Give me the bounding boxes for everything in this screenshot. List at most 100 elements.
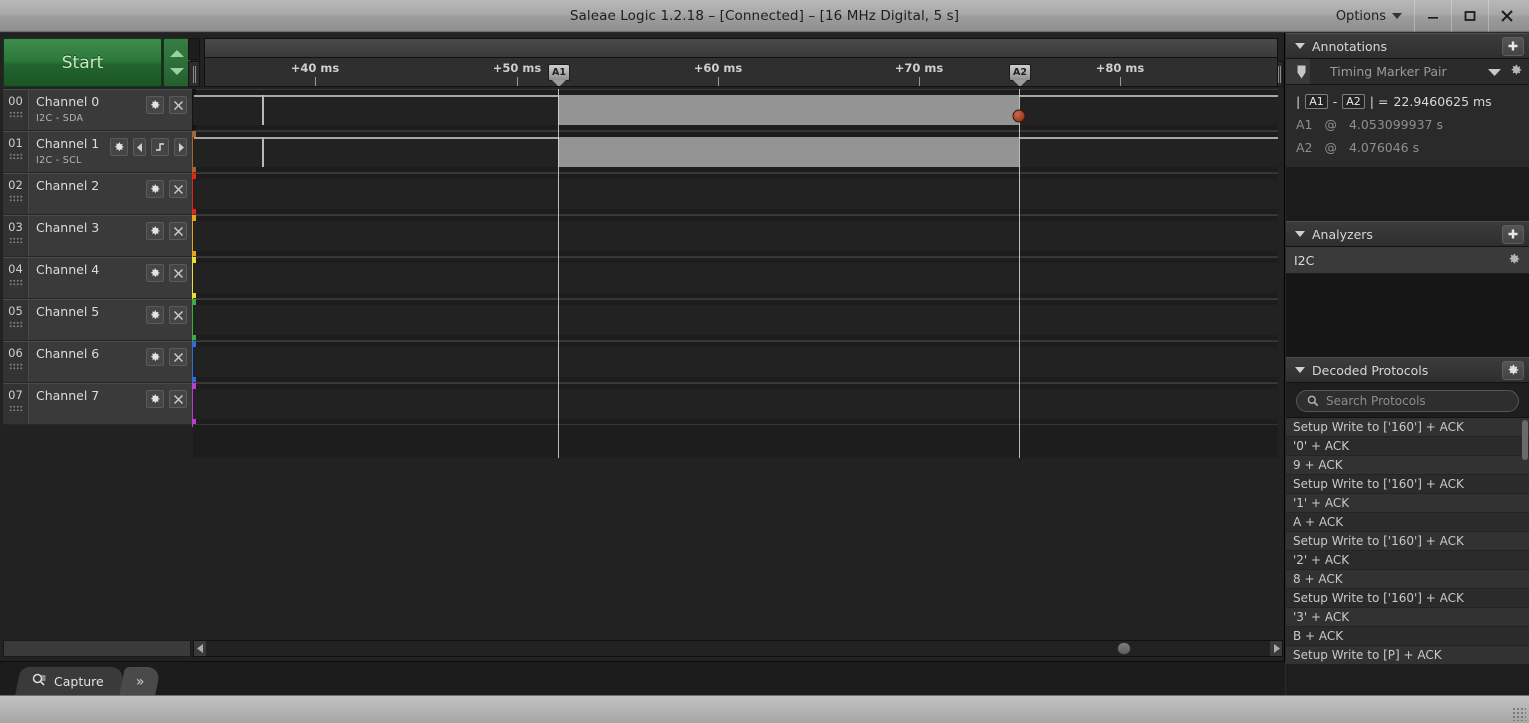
channel-settings-button-5[interactable] xyxy=(146,306,164,324)
channel-drag-handle-0[interactable] xyxy=(8,111,23,119)
decoded-protocol-list[interactable]: Setup Write to ['160'] + ACK '0' + ACK 9 +… xyxy=(1286,417,1529,664)
protocol-list-item[interactable]: '1' + ACK xyxy=(1286,494,1529,513)
waveform-row-2[interactable] xyxy=(193,173,1278,215)
start-button[interactable]: Start xyxy=(3,38,162,87)
waveform-row-7[interactable] xyxy=(193,383,1278,425)
search-input[interactable] xyxy=(1326,394,1508,408)
maximize-button[interactable] xyxy=(1451,0,1488,32)
start-options-spinner[interactable] xyxy=(163,38,191,87)
channel-row-3[interactable]: 03 Channel 3 xyxy=(3,215,198,259)
channel-index-cell-4[interactable]: 04 xyxy=(3,258,29,298)
protocol-list-scrollbar[interactable] xyxy=(1522,420,1528,460)
channel-row-2[interactable]: 02 Channel 2 xyxy=(3,173,198,217)
channel-row-1[interactable]: 01 Channel 1 I2C - SCL xyxy=(3,131,198,175)
waveform-row-6[interactable] xyxy=(193,341,1278,383)
annotation-type-dropdown[interactable] xyxy=(1488,62,1501,81)
pin-icon[interactable] xyxy=(1286,59,1310,84)
close-button[interactable] xyxy=(1488,0,1525,32)
protocol-search-box[interactable] xyxy=(1296,390,1519,412)
analyzers-panel-header[interactable]: Analyzers xyxy=(1286,221,1529,247)
channel-row-7[interactable]: 07 Channel 7 xyxy=(3,383,198,427)
channel-settings-button-4[interactable] xyxy=(146,264,164,282)
channel-index-cell-6[interactable]: 06 xyxy=(3,342,29,382)
channel-settings-button-2[interactable] xyxy=(146,180,164,198)
options-menu-button[interactable]: Options xyxy=(1324,0,1414,32)
analyzer-item-i2c[interactable]: I2C xyxy=(1286,247,1529,274)
channel-index-cell-7[interactable]: 07 xyxy=(3,384,29,424)
trigger-edge-button-1[interactable] xyxy=(151,138,169,156)
tab-overflow-button[interactable]: » xyxy=(118,667,162,696)
timing-marker-a1[interactable]: A1 xyxy=(548,64,570,86)
twisty-down-icon[interactable] xyxy=(1295,43,1305,49)
protocol-list-item[interactable]: '3' + ACK xyxy=(1286,608,1529,627)
timing-marker-a2[interactable]: A2 xyxy=(1009,64,1031,86)
channel-hide-button-4[interactable] xyxy=(169,264,187,282)
protocol-list-item[interactable]: 8 + ACK xyxy=(1286,570,1529,589)
channel-drag-handle-3[interactable] xyxy=(8,237,23,245)
channel-row-6[interactable]: 06 Channel 6 xyxy=(3,341,198,385)
waveform-row-3[interactable] xyxy=(193,215,1278,257)
protocol-list-item[interactable]: '0' + ACK xyxy=(1286,437,1529,456)
protocol-list-item[interactable]: Setup Write to ['160'] + ACK xyxy=(1286,418,1529,437)
decoded-protocols-settings-button[interactable] xyxy=(1502,360,1524,380)
scrollbar-track[interactable] xyxy=(206,641,1270,656)
channel-settings-button-1[interactable] xyxy=(110,138,128,156)
channel-index-cell-3[interactable]: 03 xyxy=(3,216,29,256)
annotations-panel-header[interactable]: Annotations xyxy=(1286,33,1529,59)
protocol-list-item[interactable]: 9 + ACK xyxy=(1286,456,1529,475)
protocol-list-item[interactable]: Setup Write to ['160'] + ACK xyxy=(1286,475,1529,494)
channel-row-4[interactable]: 04 Channel 4 xyxy=(3,257,198,301)
scroll-right-button[interactable] xyxy=(1270,641,1282,656)
minimize-button[interactable] xyxy=(1414,0,1451,32)
waveform-row-4[interactable] xyxy=(193,257,1278,299)
channel-drag-handle-2[interactable] xyxy=(8,195,23,203)
waveform-canvas[interactable] xyxy=(193,89,1278,458)
channel-index-cell-5[interactable]: 05 xyxy=(3,300,29,340)
protocol-list-item[interactable]: '2' + ACK xyxy=(1286,551,1529,570)
scrollbar-thumb[interactable] xyxy=(1117,642,1131,655)
decoded-protocols-panel-header[interactable]: Decoded Protocols xyxy=(1286,357,1529,383)
scroll-left-button[interactable] xyxy=(194,641,206,656)
channel-hide-button-0[interactable] xyxy=(169,96,187,114)
channel-settings-button-3[interactable] xyxy=(146,222,164,240)
channel-index-cell-0[interactable]: 00 xyxy=(3,90,29,130)
channel-row-0[interactable]: 00 Channel 0 I2C - SDA xyxy=(3,89,198,133)
channel-hide-button-7[interactable] xyxy=(169,390,187,408)
channel-drag-handle-6[interactable] xyxy=(8,363,23,371)
channel-drag-handle-1[interactable] xyxy=(8,153,23,161)
annotation-settings-gear[interactable] xyxy=(1509,62,1523,81)
protocol-list-item[interactable]: B + ACK xyxy=(1286,627,1529,646)
trigger-prev-button-1[interactable] xyxy=(133,138,146,156)
twisty-down-icon[interactable] xyxy=(1295,231,1305,237)
channel-drag-handle-5[interactable] xyxy=(8,321,23,329)
channel-scroll-rail[interactable] xyxy=(188,61,200,87)
channel-settings-button-6[interactable] xyxy=(146,348,164,366)
channel-hide-button-6[interactable] xyxy=(169,348,187,366)
channel-drag-handle-4[interactable] xyxy=(8,279,23,287)
protocol-list-item[interactable]: A + ACK xyxy=(1286,513,1529,532)
waveform-row-5[interactable] xyxy=(193,299,1278,341)
waveform-row-1[interactable] xyxy=(193,131,1278,173)
channel-row-5[interactable]: 05 Channel 5 xyxy=(3,299,198,343)
protocol-list-item[interactable]: Setup Write to ['160'] + ACK xyxy=(1286,532,1529,551)
protocol-list-item[interactable]: Setup Write to ['160'] + ACK xyxy=(1286,589,1529,608)
trigger-next-button-1[interactable] xyxy=(174,138,187,156)
channel-hide-button-3[interactable] xyxy=(169,222,187,240)
waveform-row-0[interactable] xyxy=(193,89,1278,131)
timeline-ruler[interactable]: +40 ms +50 ms +60 ms +70 ms +80 ms A1 A2 xyxy=(204,58,1278,87)
resize-grip-icon[interactable] xyxy=(1512,707,1526,721)
protocol-list-item[interactable]: Setup Write to [P] + ACK xyxy=(1286,646,1529,664)
annotation-type-row[interactable]: Timing Marker Pair xyxy=(1286,59,1529,85)
add-annotation-button[interactable] xyxy=(1502,36,1524,56)
channel-settings-button-7[interactable] xyxy=(146,390,164,408)
channel-index-cell-2[interactable]: 02 xyxy=(3,174,29,214)
add-analyzer-button[interactable] xyxy=(1502,224,1524,244)
twisty-down-icon[interactable] xyxy=(1295,367,1305,373)
channel-settings-button-0[interactable] xyxy=(146,96,164,114)
horizontal-scrollbar[interactable] xyxy=(193,640,1283,657)
measurement-dot-marker[interactable] xyxy=(1012,109,1026,123)
channel-hide-button-2[interactable] xyxy=(169,180,187,198)
analyzer-settings-gear[interactable] xyxy=(1507,252,1521,269)
tab-capture[interactable]: Capture xyxy=(14,667,125,696)
channel-hide-button-5[interactable] xyxy=(169,306,187,324)
